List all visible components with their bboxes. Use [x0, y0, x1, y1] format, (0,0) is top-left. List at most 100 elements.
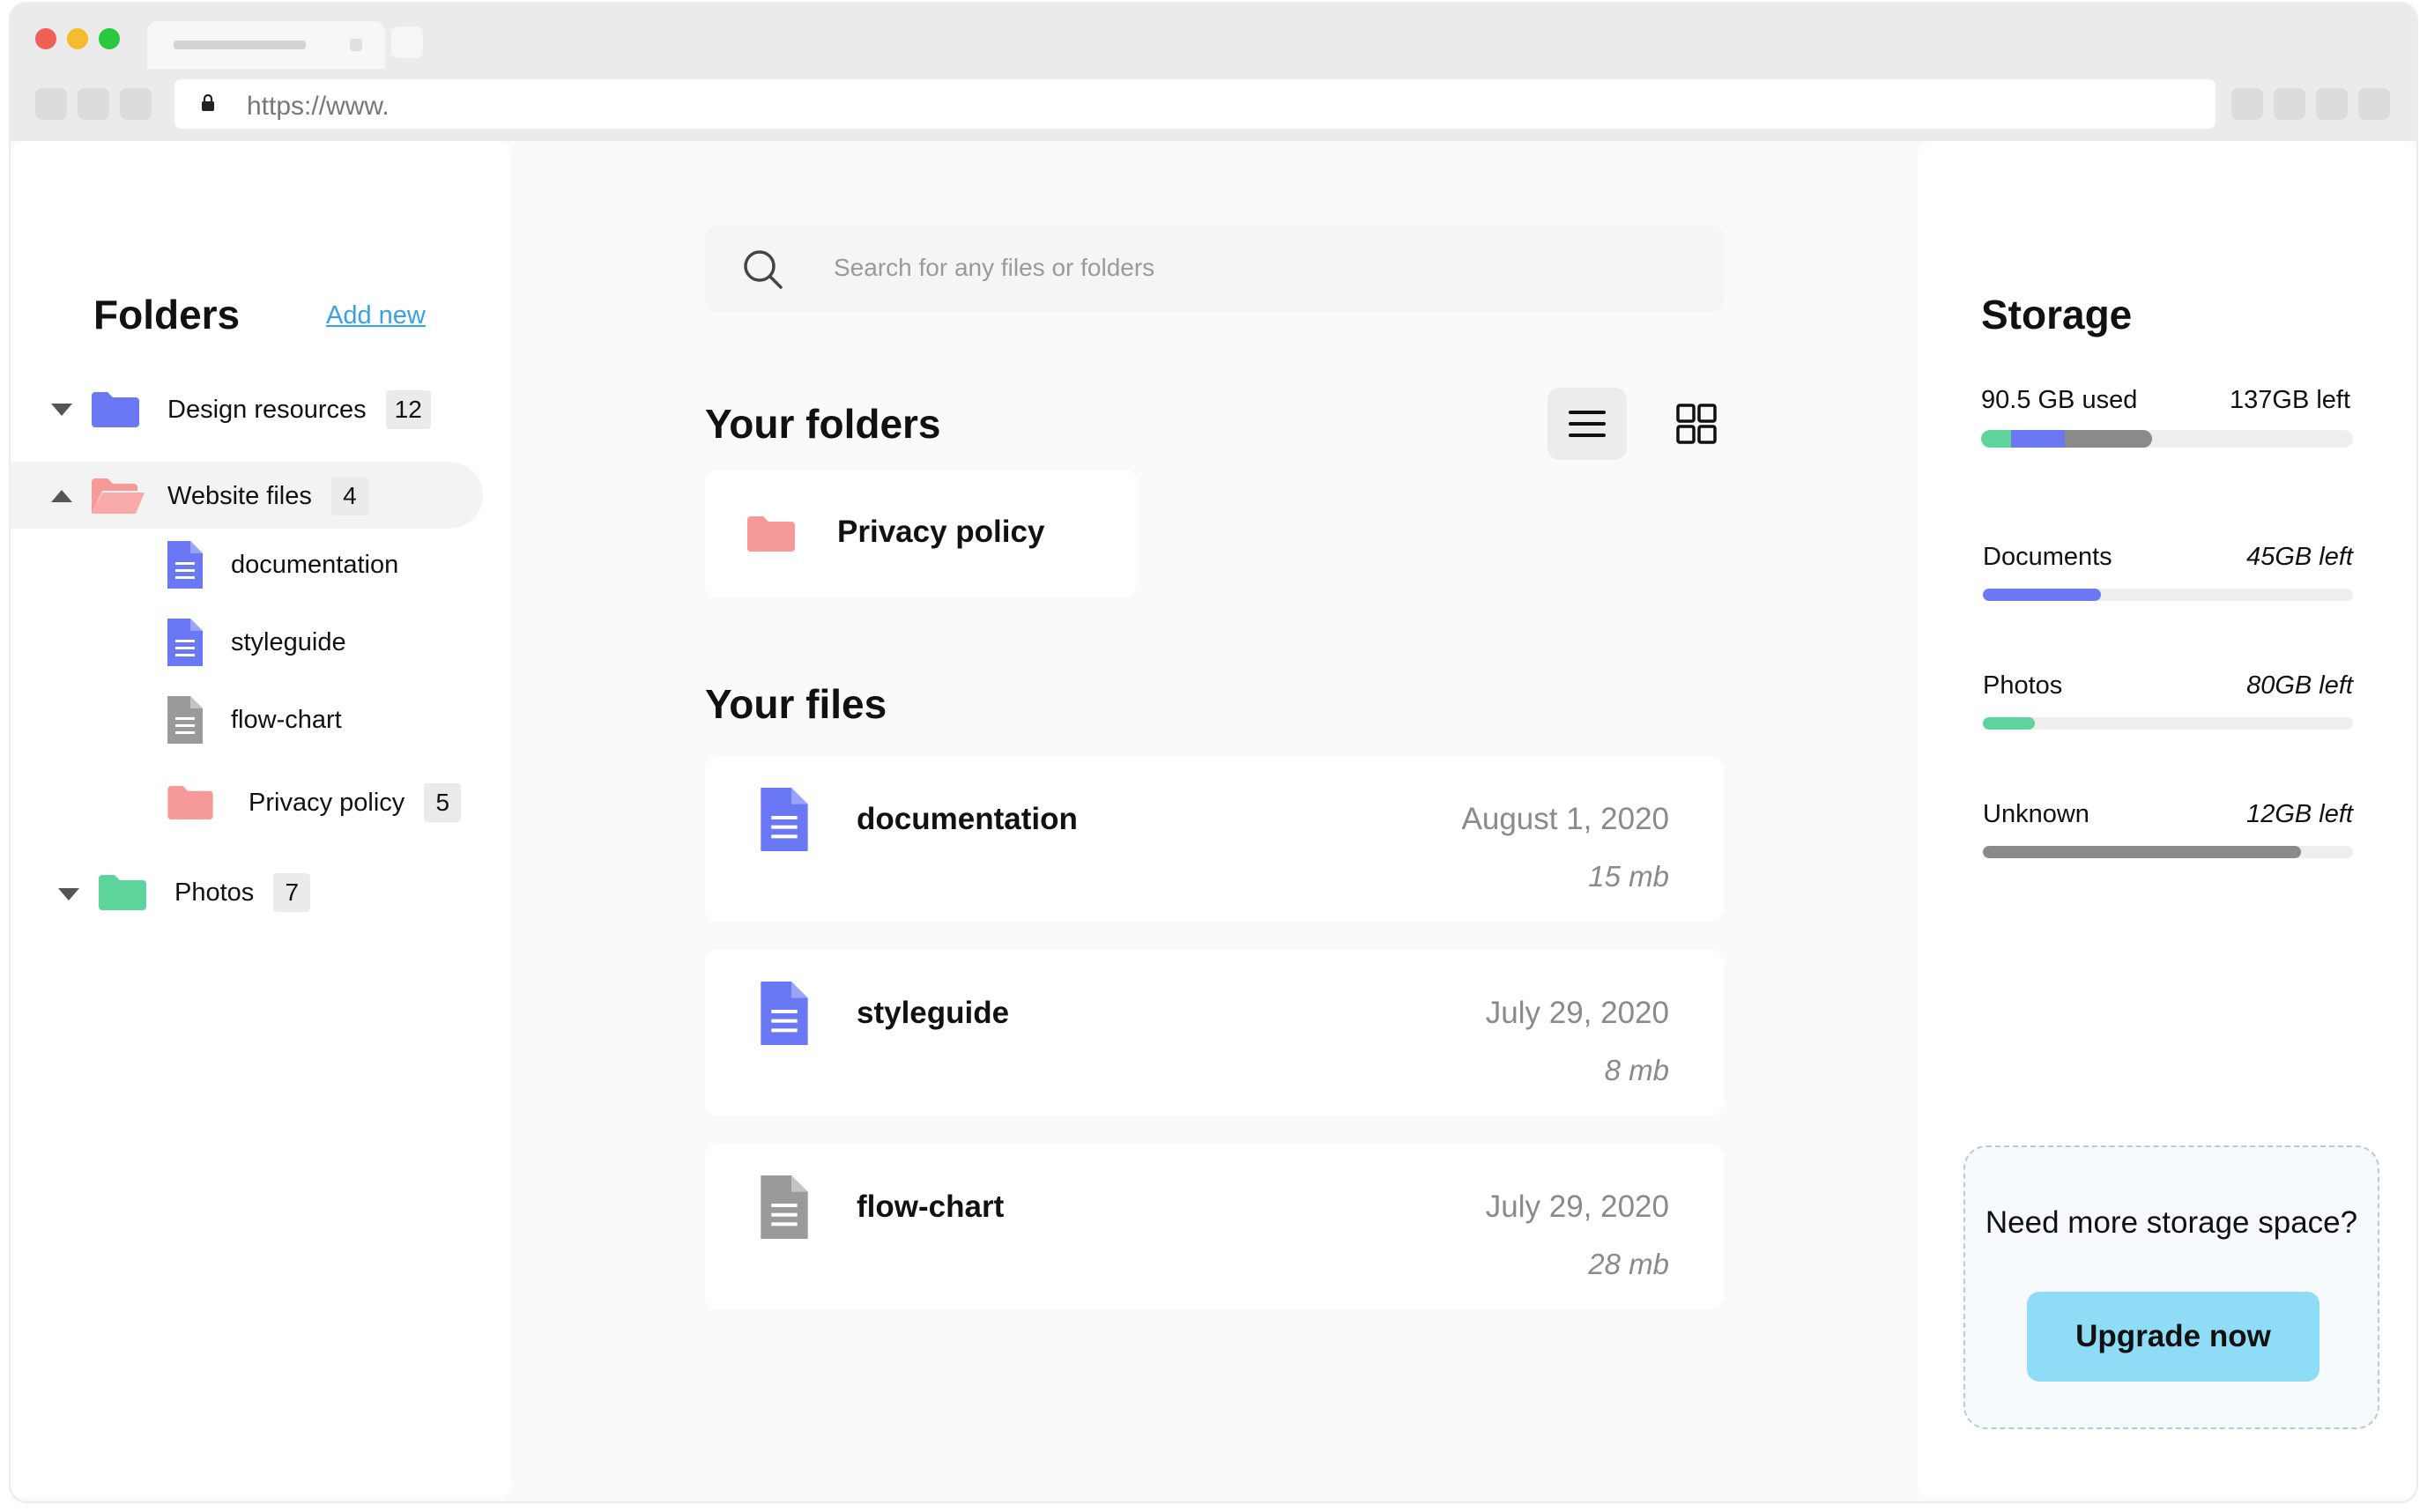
extension-button-1[interactable] [2231, 88, 2263, 120]
reload-button[interactable] [120, 88, 152, 120]
document-icon [167, 541, 203, 589]
search-bar[interactable]: Search for any files or folders [705, 226, 1724, 312]
search-input[interactable]: Search for any files or folders [834, 254, 1154, 282]
category-name: Documents [1983, 543, 2112, 571]
folder-icon [99, 875, 146, 910]
file-date: July 29, 2020 [1485, 996, 1669, 1030]
sidebar-item-documentation[interactable]: documentation [167, 532, 398, 597]
sidebar-item-label: documentation [231, 550, 399, 579]
search-icon[interactable] [742, 248, 784, 291]
your-files-heading: Your files [705, 681, 887, 727]
url-text: https://www. [247, 92, 390, 121]
upgrade-now-button[interactable]: Upgrade now [2027, 1292, 2319, 1382]
open-folder-icon [92, 478, 145, 514]
file-card[interactable]: styleguide July 29, 2020 8 mb [705, 950, 1724, 1115]
sidebar-item-design-resources[interactable]: Design resources 12 [92, 377, 431, 442]
extension-button-3[interactable] [2316, 88, 2348, 120]
document-icon [167, 619, 203, 666]
count-badge: 12 [385, 390, 431, 429]
tab-title-placeholder [174, 41, 306, 49]
new-tab-button[interactable] [391, 26, 423, 58]
sidebar-item-label: Design resources [167, 395, 367, 424]
folder-icon [167, 786, 213, 819]
minimize-window-icon[interactable] [67, 28, 88, 49]
file-size: 8 mb [1604, 1054, 1669, 1086]
category-left: 45GB left [2246, 543, 2353, 571]
sidebar-item-styleguide[interactable]: styleguide [167, 610, 346, 675]
file-name: documentation [857, 802, 1078, 836]
file-date: July 29, 2020 [1485, 1190, 1669, 1224]
usage-segment-unknown [2064, 430, 2153, 448]
storage-category-documents: Documents 45GB left [1983, 543, 2353, 613]
sidebar-item-label: Privacy policy [249, 788, 405, 817]
close-window-icon[interactable] [35, 28, 56, 49]
extension-button-2[interactable] [2274, 88, 2305, 120]
category-left: 80GB left [2246, 671, 2353, 700]
category-progress-fill [1983, 846, 2302, 858]
document-icon [761, 982, 808, 1045]
count-badge: 7 [273, 873, 311, 912]
storage-left-label: 137GB left [2230, 386, 2351, 414]
category-progress-track [1983, 717, 2353, 730]
sidebar-item-photos[interactable]: Photos 7 [99, 860, 311, 925]
storage-heading: Storage [1981, 292, 2133, 337]
upgrade-promo-card: Need more storage space? Upgrade now [1963, 1145, 2379, 1429]
category-progress-track [1983, 846, 2353, 858]
menu-icon [1569, 411, 1606, 437]
extension-button-4[interactable] [2358, 88, 2390, 120]
file-date: August 1, 2020 [1461, 802, 1669, 836]
file-name: styleguide [857, 996, 1010, 1030]
grid-view-button[interactable] [1666, 395, 1727, 453]
category-name: Photos [1983, 671, 2063, 700]
folder-icon [747, 516, 795, 552]
expand-caret-icon[interactable] [58, 888, 79, 901]
folder-icon [92, 392, 139, 427]
sidebar-item-website-files[interactable]: Website files 4 [92, 463, 368, 529]
promo-text: Need more storage space? [1985, 1205, 2358, 1240]
count-badge: 4 [330, 477, 368, 515]
document-icon [761, 1175, 808, 1239]
expand-caret-icon[interactable] [51, 404, 72, 416]
category-progress-track [1983, 589, 2353, 601]
file-name: flow-chart [857, 1190, 1005, 1224]
maximize-window-icon[interactable] [99, 28, 120, 49]
category-progress-fill [1983, 717, 2035, 730]
sidebar-item-label: styleguide [231, 627, 346, 656]
category-left: 12GB left [2246, 800, 2353, 828]
sidebar-item-label: Website files [167, 481, 312, 510]
file-card[interactable]: flow-chart July 29, 2020 28 mb [705, 1144, 1724, 1309]
grid-icon [1676, 404, 1717, 444]
back-button[interactable] [35, 88, 67, 120]
usage-segment-photos [1981, 430, 2011, 448]
list-view-button[interactable] [1547, 388, 1627, 460]
category-name: Unknown [1983, 800, 2089, 828]
storage-category-unknown: Unknown 12GB left [1983, 800, 2353, 871]
document-icon [167, 696, 203, 744]
storage-used-label: 90.5 GB used [1981, 386, 2138, 414]
usage-segment-documents [2010, 430, 2065, 448]
lock-icon [202, 94, 214, 111]
file-size: 28 mb [1588, 1248, 1669, 1280]
tab-close-icon[interactable] [350, 39, 362, 51]
folder-card[interactable]: Privacy policy [705, 471, 1137, 597]
sidebar-item-privacy-policy[interactable]: Privacy policy 5 [167, 770, 462, 835]
browser-toolbar: https://www. [11, 4, 2416, 141]
address-bar[interactable]: https://www. [174, 79, 2215, 129]
file-card[interactable]: documentation August 1, 2020 15 mb [705, 756, 1724, 922]
count-badge: 5 [424, 783, 462, 822]
storage-category-photos: Photos 80GB left [1983, 671, 2353, 742]
browser-tab[interactable] [147, 21, 385, 69]
sidebar-item-flow-chart[interactable]: flow-chart [167, 687, 342, 752]
category-progress-fill [1983, 589, 2102, 601]
file-size: 15 mb [1588, 860, 1669, 893]
forward-button[interactable] [78, 88, 109, 120]
your-folders-heading: Your folders [705, 401, 941, 447]
document-icon [761, 788, 808, 851]
folder-name: Privacy policy [837, 515, 1045, 549]
sidebar-item-label: flow-chart [231, 705, 342, 734]
folders-heading: Folders [93, 292, 241, 337]
storage-usage-bar [1981, 430, 2353, 448]
sidebar-item-label: Photos [174, 878, 255, 907]
add-new-link[interactable]: Add new [326, 301, 426, 330]
collapse-caret-icon[interactable] [51, 490, 72, 502]
